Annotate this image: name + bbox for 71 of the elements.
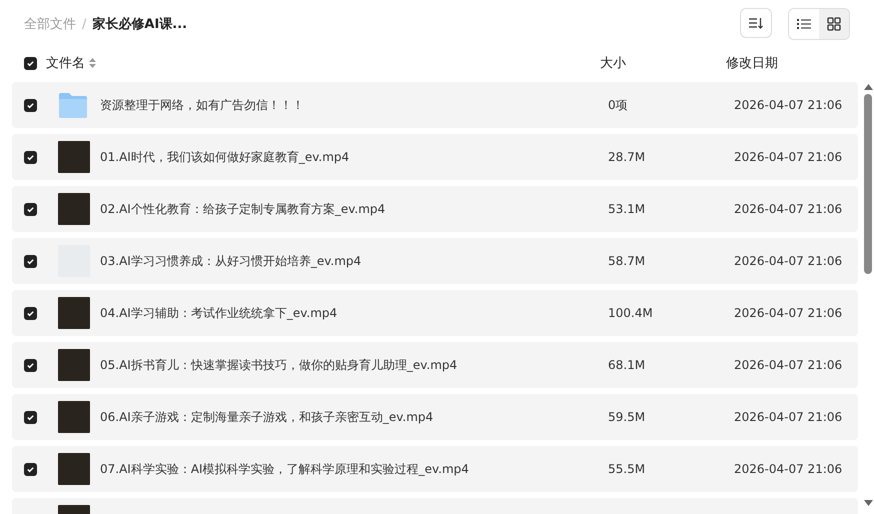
checkbox[interactable] — [24, 254, 37, 268]
checkbox[interactable] — [24, 358, 37, 372]
file-size: 100.4M — [608, 306, 654, 320]
breadcrumb-separator: / — [82, 16, 86, 32]
check-icon — [26, 308, 35, 318]
check-icon — [26, 412, 35, 422]
video-thumbnail — [58, 297, 90, 329]
video-thumbnail — [58, 193, 90, 225]
video-thumbnail — [58, 401, 90, 433]
file-size: 55.5M — [608, 462, 646, 476]
file-name: 07.AI科学实验：AI模拟科学实验，了解科学原理和实验过程_ev.mp4 — [100, 460, 470, 478]
select-all-checkbox[interactable] — [24, 56, 37, 70]
checkbox[interactable] — [24, 462, 37, 476]
checkbox[interactable] — [24, 98, 37, 112]
list-icon — [797, 18, 811, 30]
file-name: 02.AI个性化教育：给孩子定制专属教育方案_ev.mp4 — [100, 200, 386, 218]
file-size: 68.1M — [608, 358, 646, 372]
check-icon — [26, 204, 35, 214]
check-icon — [26, 58, 35, 68]
check-icon — [26, 464, 35, 474]
check-icon — [26, 152, 35, 162]
folder-icon — [58, 91, 88, 119]
file-name: 05.AI拆书育儿：快速掌握读书技巧，做你的贴身育儿助理_ev.mp4 — [100, 356, 458, 374]
modified-date: 2026-04-07 21:06 — [734, 150, 844, 164]
scrollbar-thumb[interactable] — [864, 94, 872, 274]
sort-icon — [749, 17, 763, 29]
file-row[interactable]: 01.AI时代，我们该如何做好家庭教育_ev.mp4 28.7M 2026-04-07 21:06 — [12, 134, 858, 180]
file-name: 03.AI学习习惯养成：从好习惯开始培养_ev.mp4 — [100, 252, 362, 270]
file-name: 01.AI时代，我们该如何做好家庭教育_ev.mp4 — [100, 148, 350, 166]
modified-date: 2026-04-07 21:06 — [734, 358, 844, 372]
file-size: 53.1M — [608, 202, 646, 216]
modified-date: 2026-04-07 21:06 — [734, 98, 844, 112]
file-name: 资源整理于网络，如有广告勿信！！！ — [100, 96, 305, 114]
file-row[interactable]: 06.AI亲子游戏：定制海量亲子游戏，和孩子亲密互动_ev.mp4 59.5M 2026-04-07 21:06 — [12, 394, 858, 440]
grid-view-button[interactable] — [819, 9, 849, 39]
column-header: 大小 — [600, 55, 627, 72]
file-size: 28.7M — [608, 150, 646, 164]
checkbox[interactable] — [24, 150, 37, 164]
checkbox[interactable] — [24, 410, 37, 424]
modified-date: 2026-04-07 21:06 — [734, 410, 844, 424]
check-icon — [26, 256, 35, 266]
scroll-up-icon[interactable] — [864, 84, 872, 90]
file-row[interactable]: 资源整理于网络，如有广告勿信！！！ 0项 2026-04-07 21:06 — [12, 82, 858, 128]
file-row[interactable]: 05.AI拆书育儿：快速掌握读书技巧，做你的贴身育儿助理_ev.mp4 68.1M 2026-04-07 21:06 — [12, 342, 858, 388]
file-row[interactable]: 04.AI学习辅助：考试作业统统拿下_ev.mp4 100.4M 2026-04-07 21:06 — [12, 290, 858, 336]
check-icon — [26, 360, 35, 370]
breadcrumb-link[interactable]: 家长必修AI课... — [92, 15, 188, 33]
file-row[interactable]: 07.AI科学实验：AI模拟科学实验，了解科学原理和实验过程_ev.mp4 55.5M 2026-04-07 21:06 — [12, 446, 858, 492]
grid-icon — [827, 17, 841, 31]
file-name: 06.AI亲子游戏：定制海量亲子游戏，和孩子亲密互动_ev.mp4 — [100, 408, 434, 426]
file-size: 58.7M — [608, 254, 646, 268]
checkbox[interactable] — [24, 306, 37, 320]
file-name: 04.AI学习辅助：考试作业统统拿下_ev.mp4 — [100, 304, 338, 322]
column-header[interactable]: 文件名 — [46, 54, 85, 72]
sort-button[interactable] — [740, 8, 772, 38]
video-thumbnail — [58, 453, 90, 485]
modified-date: 2026-04-07 21:06 — [734, 306, 844, 320]
check-icon — [26, 100, 35, 110]
file-size: 0项 — [608, 96, 629, 114]
checkbox[interactable] — [24, 202, 37, 216]
scroll-down-icon[interactable] — [864, 500, 872, 506]
sort-arrows-icon — [89, 58, 96, 68]
modified-date: 2026-04-07 21:06 — [734, 462, 844, 476]
file-size: 59.5M — [608, 410, 646, 424]
modified-date: 2026-04-07 21:06 — [734, 254, 844, 268]
video-thumbnail — [58, 349, 90, 381]
modified-date: 2026-04-07 21:06 — [734, 202, 844, 216]
file-row[interactable]: 03.AI学习习惯养成：从好习惯开始培养_ev.mp4 58.7M 2026-04-07 21:06 — [12, 238, 858, 284]
column-header: 修改日期 — [726, 55, 779, 72]
file-row[interactable]: 02.AI个性化教育：给孩子定制专属教育方案_ev.mp4 53.1M 2026-04-07 21:06 — [12, 186, 858, 232]
video-thumbnail — [58, 141, 90, 173]
